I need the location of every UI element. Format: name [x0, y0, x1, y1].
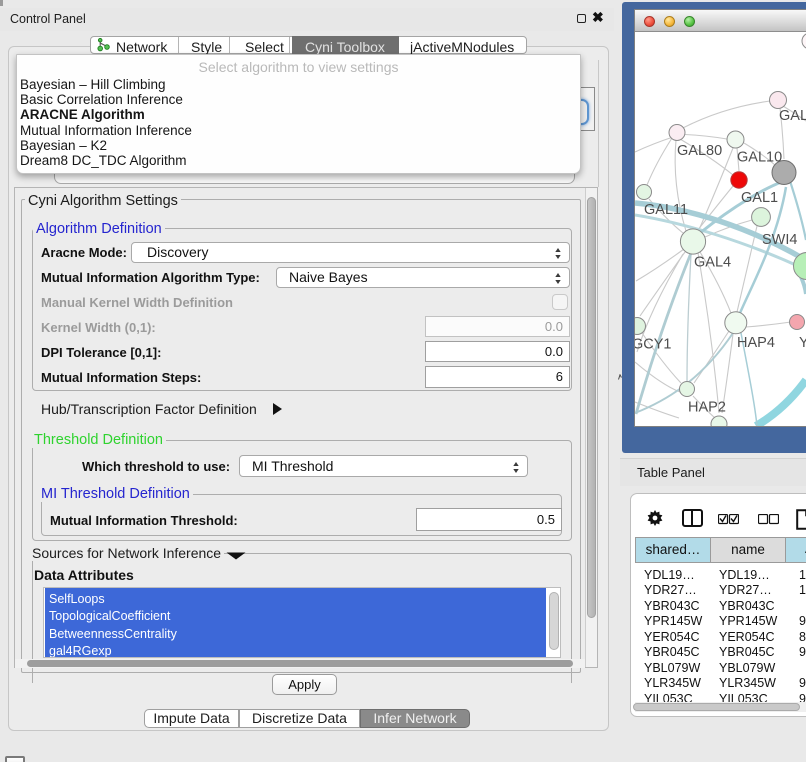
svg-text:SWI4: SWI4 — [762, 232, 797, 248]
svg-text:GAL2: GAL2 — [779, 108, 806, 124]
svg-text:GAL4: GAL4 — [694, 255, 731, 271]
svg-text:GAL1: GAL1 — [741, 190, 778, 206]
svg-text:HAP4: HAP4 — [737, 335, 775, 351]
svg-text:GAL11: GAL11 — [644, 202, 688, 218]
svg-text:GAL10: GAL10 — [737, 150, 782, 166]
svg-text:YJ: YJ — [799, 335, 806, 351]
svg-text:HAP2: HAP2 — [688, 400, 726, 416]
svg-text:GCY1: GCY1 — [635, 337, 672, 353]
svg-text:GAL80: GAL80 — [677, 143, 722, 159]
